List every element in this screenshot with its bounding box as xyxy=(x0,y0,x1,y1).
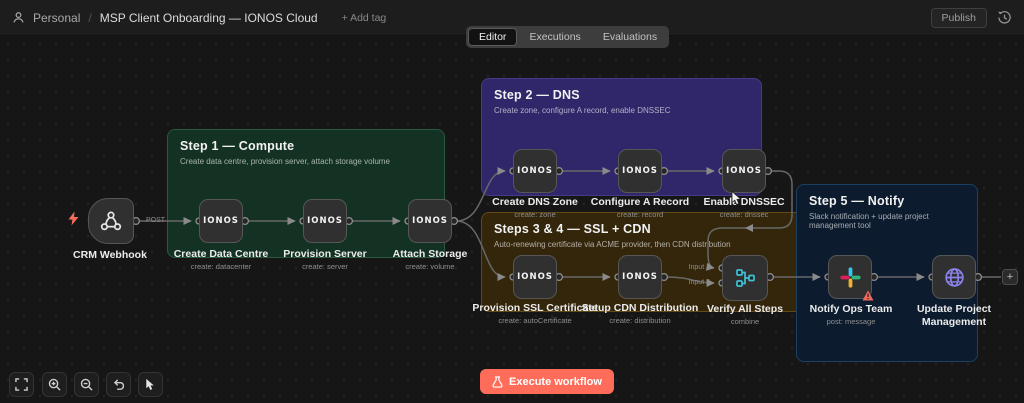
node-configure-a-record[interactable]: IONOS xyxy=(618,149,662,193)
execute-workflow-label: Execute workflow xyxy=(509,376,602,388)
undo-button[interactable] xyxy=(106,372,131,397)
ionos-logo: IONOS xyxy=(622,272,658,282)
ionos-logo: IONOS xyxy=(622,166,658,176)
webhook-icon xyxy=(99,209,123,233)
merge-input1-label: Input 1 xyxy=(668,264,710,271)
workspace-name[interactable]: Personal xyxy=(33,11,80,25)
execute-workflow-button[interactable]: Execute workflow xyxy=(480,369,614,394)
mouse-cursor xyxy=(731,191,744,211)
group-title: Step 1 — Compute xyxy=(180,139,432,153)
warning-triangle-icon xyxy=(862,290,874,301)
merge-input2-label: Input 2 xyxy=(668,279,710,286)
node-crm-webhook[interactable] xyxy=(88,198,134,244)
slack-icon xyxy=(840,267,861,288)
breadcrumb: Personal / MSP Client Onboarding — IONOS… xyxy=(12,11,386,25)
tab-evaluations[interactable]: Evaluations xyxy=(593,29,667,45)
ionos-logo: IONOS xyxy=(412,216,448,226)
node-sublabel: create: dnssec xyxy=(669,210,819,219)
node-sublabel: create: volume xyxy=(355,262,505,271)
zoom-in-button[interactable] xyxy=(42,372,67,397)
node-notify-ops-team[interactable] xyxy=(828,255,872,299)
view-tabs: Editor Executions Evaluations xyxy=(466,26,669,48)
zoom-out-button[interactable] xyxy=(74,372,99,397)
tab-editor[interactable]: Editor xyxy=(468,28,517,46)
workflow-editor: Personal / MSP Client Onboarding — IONOS… xyxy=(0,0,1024,403)
ionos-logo: IONOS xyxy=(517,166,553,176)
node-enable-dnssec[interactable]: IONOS xyxy=(722,149,766,193)
add-tag-button[interactable]: + Add tag xyxy=(342,12,387,24)
flask-icon xyxy=(492,376,503,388)
node-update-project-management[interactable] xyxy=(932,255,976,299)
tab-executions[interactable]: Executions xyxy=(519,29,590,45)
ionos-logo: IONOS xyxy=(517,272,553,282)
merge-icon xyxy=(733,266,757,290)
node-verify-all-steps[interactable] xyxy=(722,255,768,301)
node-create-dns-zone[interactable]: IONOS xyxy=(513,149,557,193)
node-attach-storage[interactable]: IONOS xyxy=(408,199,452,243)
ionos-logo: IONOS xyxy=(726,166,762,176)
node-create-data-centre[interactable]: IONOS xyxy=(199,199,243,243)
globe-icon xyxy=(943,266,966,289)
node-provision-server[interactable]: IONOS xyxy=(303,199,347,243)
breadcrumb-separator: / xyxy=(88,11,91,25)
ionos-logo: IONOS xyxy=(203,216,239,226)
group-title: Step 2 — DNS xyxy=(494,88,749,102)
node-label: Enable DNSSEC xyxy=(669,196,819,208)
group-subtitle: Create zone, configure A record, enable … xyxy=(494,106,749,115)
workflow-title[interactable]: MSP Client Onboarding — IONOS Cloud xyxy=(100,11,318,25)
group-title: Step 5 — Notify xyxy=(809,194,965,208)
group-subtitle: Slack notification + update project mana… xyxy=(809,212,965,230)
history-icon[interactable] xyxy=(997,10,1012,25)
add-node-button[interactable]: + xyxy=(1002,269,1018,285)
node-label: Attach Storage xyxy=(355,248,505,260)
group-title: Steps 3 & 4 — SSL + CDN xyxy=(494,222,818,236)
group-subtitle: Create data centre, provision server, at… xyxy=(180,157,432,166)
webhook-method-label: POST xyxy=(146,217,165,224)
node-provision-ssl-certificate[interactable]: IONOS xyxy=(513,255,557,299)
ionos-logo: IONOS xyxy=(307,216,343,226)
node-label: Update Project Management xyxy=(904,303,1004,329)
user-icon xyxy=(12,11,25,24)
group-subtitle: Auto-renewing certificate via ACME provi… xyxy=(494,240,818,249)
pointer-tool-button[interactable] xyxy=(138,372,163,397)
publish-button[interactable]: Publish xyxy=(931,8,987,28)
trigger-bolt-icon xyxy=(67,211,80,231)
node-setup-cdn-distribution[interactable]: IONOS xyxy=(618,255,662,299)
fit-view-button[interactable] xyxy=(9,372,34,397)
